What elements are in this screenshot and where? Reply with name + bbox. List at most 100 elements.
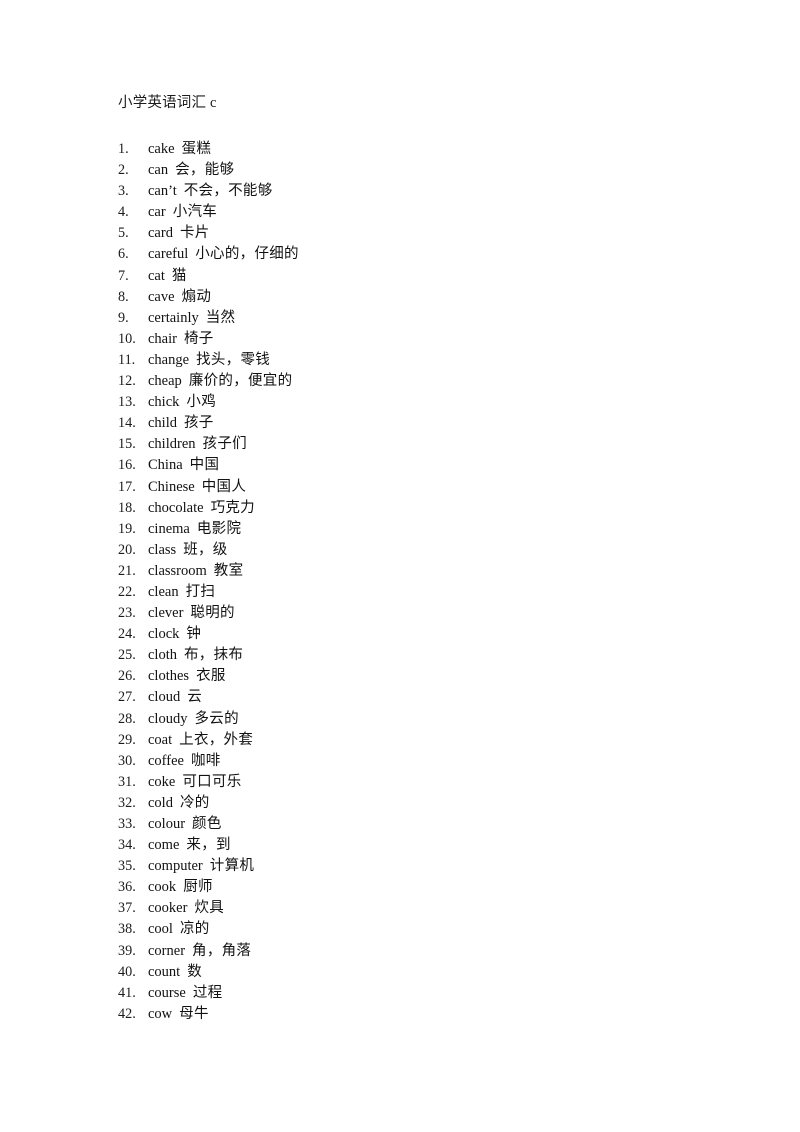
list-item-meaning: 过程 <box>192 984 223 1001</box>
list-item-index: 23. <box>118 605 136 622</box>
list-item-index: 18. <box>118 499 136 516</box>
list-item: 41. course 过程 <box>118 983 738 1004</box>
list-item-index: 11. <box>118 351 136 368</box>
list-item: 9. certainly 当然 <box>118 308 738 329</box>
list-item: 13. chick 小鸡 <box>118 392 738 413</box>
list-item-index: 29. <box>118 731 136 748</box>
list-item-index: 30. <box>118 752 136 769</box>
list-item-word: chocolate <box>148 499 204 516</box>
list-item-index: 36. <box>118 879 136 896</box>
list-item-meaning: 廉价的，便宜的 <box>188 373 293 390</box>
list-item-index: 22. <box>118 583 136 600</box>
list-item-index: 24. <box>118 626 136 643</box>
list-item-meaning: 凉的 <box>179 921 210 938</box>
list-item-index: 10. <box>118 330 136 347</box>
list-item-meaning: 可口可乐 <box>182 773 242 790</box>
list-item-meaning: 打扫 <box>185 583 216 600</box>
list-item: 1. cake 蛋糕 <box>118 139 738 160</box>
list-item-index: 35. <box>118 858 136 875</box>
list-item-index: 16. <box>118 457 136 474</box>
list-item: 17. Chinese 中国人 <box>118 477 738 498</box>
document-page: 小学英语词汇 c 1. cake 蛋糕 2. can 会，能够 3. can’t 不会，不能够 4… <box>0 0 800 1132</box>
list-item-word: cave <box>148 288 175 305</box>
list-item-meaning: 椅子 <box>183 330 214 347</box>
list-item-word: clock <box>148 626 180 643</box>
list-item-index: 7. <box>118 267 129 284</box>
list-item-word: cheap <box>148 373 182 390</box>
list-item-word: cloth <box>148 647 177 664</box>
list-item-word: clever <box>148 605 184 622</box>
list-item-word: clean <box>148 583 179 600</box>
list-item-meaning: 咖啡 <box>190 752 221 769</box>
list-item: 39. corner 角，角落 <box>118 941 738 962</box>
list-item: 28. cloudy 多云的 <box>118 709 738 730</box>
list-item-meaning: 冷的 <box>179 794 210 811</box>
list-item: 21. classroom 教室 <box>118 561 738 582</box>
list-item-meaning: 衣服 <box>196 668 226 685</box>
list-item: 27. cloud 云 <box>118 687 738 708</box>
list-item-index: 19. <box>118 520 136 537</box>
list-item-meaning: 教室 <box>213 562 244 579</box>
list-item-index: 42. <box>118 1005 136 1022</box>
list-item-meaning: 多云的 <box>194 710 239 727</box>
list-item: 7. cat 猫 <box>118 266 738 287</box>
list-item-meaning: 卡片 <box>179 225 210 242</box>
list-item-index: 15. <box>118 436 136 453</box>
list-item-index: 5. <box>118 225 129 242</box>
list-item-word: China <box>148 457 183 474</box>
list-item-meaning: 猫 <box>171 267 187 284</box>
list-item-word: cooker <box>148 900 188 917</box>
list-item-meaning: 数 <box>187 963 203 980</box>
list-item-index: 14. <box>118 415 136 432</box>
list-item-meaning: 布，抹布 <box>184 647 244 664</box>
list-item-meaning: 孩子们 <box>202 436 247 453</box>
list-item-word: count <box>148 963 181 980</box>
list-item-word: clothes <box>148 668 190 685</box>
list-item-meaning: 电影院 <box>196 520 242 537</box>
list-item-index: 4. <box>118 204 129 221</box>
list-item: 6. careful 小心的，仔细的 <box>118 244 738 265</box>
list-item: 11. change 找头，零钱 <box>118 350 738 371</box>
list-item-word: change <box>148 351 190 368</box>
list-item-index: 1. <box>118 141 129 157</box>
list-item-index: 12. <box>118 373 136 390</box>
list-item: 36. cook 厨师 <box>118 877 738 898</box>
list-item: 38. cool 凉的 <box>118 919 738 940</box>
list-item-index: 31. <box>118 773 136 790</box>
list-item: 19. cinema 电影院 <box>118 519 738 540</box>
list-item-meaning: 角，角落 <box>192 942 252 959</box>
list-item-meaning: 炊具 <box>194 900 225 917</box>
list-item-word: cold <box>148 794 173 811</box>
list-item-index: 6. <box>118 246 129 263</box>
list-item: 35. computer 计算机 <box>118 856 738 877</box>
list-item-word: cake <box>148 141 175 157</box>
list-item: 24. clock 钟 <box>118 624 738 645</box>
list-item: 20. class 班，级 <box>118 540 738 561</box>
list-item-meaning: 小汽车 <box>172 204 218 221</box>
list-item-word: coke <box>148 773 176 790</box>
list-item-meaning: 会，能够 <box>175 162 235 179</box>
list-item: 33. colour 颜色 <box>118 814 738 835</box>
list-item-index: 17. <box>118 478 136 495</box>
list-item-word: chick <box>148 394 180 411</box>
list-item-index: 28. <box>118 710 136 727</box>
list-item-word: can <box>148 162 169 179</box>
list-item-meaning: 来，到 <box>186 837 231 854</box>
list-item-index: 8. <box>118 288 129 305</box>
list-item: 10. chair 椅子 <box>118 329 738 350</box>
list-item: 25. cloth 布，抹布 <box>118 645 738 666</box>
list-item-meaning: 母牛 <box>179 1005 209 1022</box>
list-item-meaning: 煽动 <box>181 288 212 305</box>
list-item-meaning: 蛋糕 <box>181 141 212 157</box>
list-item-word: come <box>148 837 180 854</box>
list-item-word: cat <box>148 267 165 284</box>
list-item-word: coffee <box>148 752 184 769</box>
list-item-word: cook <box>148 879 177 896</box>
list-item-word: cow <box>148 1005 173 1022</box>
list-item-word: corner <box>148 942 186 959</box>
list-item: 37. cooker 炊具 <box>118 898 738 919</box>
list-item-index: 40. <box>118 963 136 980</box>
list-item-word: careful <box>148 246 189 263</box>
list-item-word: can’t <box>148 183 177 200</box>
list-item-index: 32. <box>118 794 136 811</box>
